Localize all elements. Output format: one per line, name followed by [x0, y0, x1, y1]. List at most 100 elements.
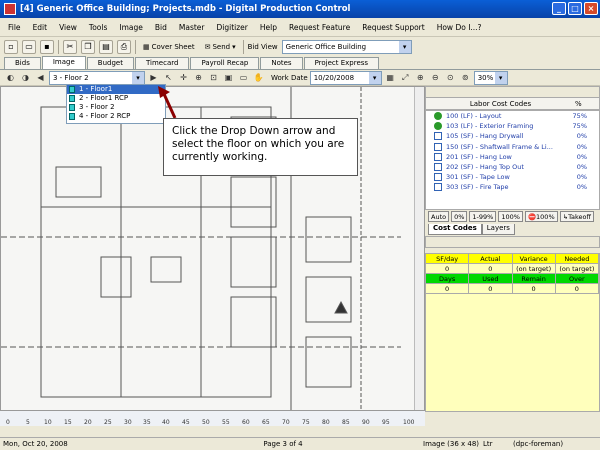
- forward-icon[interactable]: ◑: [19, 71, 32, 84]
- zoom-in-icon[interactable]: ⊕: [192, 71, 205, 84]
- menu-bid[interactable]: Bid: [155, 23, 167, 32]
- cover-sheet-label: Cover Sheet: [151, 43, 195, 51]
- pan-hand-icon[interactable]: ✋: [252, 71, 265, 84]
- cost-code-pct: 75%: [572, 122, 587, 131]
- list-item[interactable]: 301 (SF) - Tape Low 0%: [426, 172, 599, 182]
- cut-icon[interactable]: ✂: [63, 40, 77, 54]
- menu-tools[interactable]: Tools: [89, 23, 107, 32]
- zoom-value: 30%: [477, 73, 494, 82]
- save-icon[interactable]: ▪: [40, 40, 54, 54]
- work-date-select[interactable]: 10/20/2008 ▾: [309, 70, 382, 85]
- calendar-icon[interactable]: ▦: [384, 71, 397, 84]
- zoom-window-icon[interactable]: ⊡: [207, 71, 220, 84]
- send-button[interactable]: ✉ Send ▾: [202, 40, 239, 55]
- stats-value-row: 0 0 0 0: [426, 284, 599, 294]
- takeoff-button[interactable]: ↳Takeoff: [559, 211, 594, 222]
- tab-timecard[interactable]: Timecard: [134, 57, 190, 69]
- menu-help[interactable]: Help: [260, 23, 277, 32]
- zero-pct-button[interactable]: 0%: [451, 211, 468, 222]
- zoom-page-icon[interactable]: ⊚: [459, 71, 472, 84]
- partial-pct-button[interactable]: 1-99%: [469, 211, 497, 222]
- menu-request-feature[interactable]: Request Feature: [289, 23, 350, 32]
- bid-view-select[interactable]: Generic Office Building ▾: [281, 40, 412, 54]
- status-bar: Mon, Oct 20, 2008 Page 3 of 4 Image (36 …: [0, 437, 600, 450]
- zoom-extents-icon[interactable]: ⤢: [399, 71, 412, 84]
- zoom-out-icon[interactable]: ⊖: [429, 71, 442, 84]
- zoom-in-icon[interactable]: ⊕: [414, 71, 427, 84]
- minimize-button[interactable]: _: [552, 2, 566, 15]
- tab-cost-codes[interactable]: Cost Codes: [428, 224, 482, 235]
- stat-header: Over: [555, 274, 599, 284]
- stat-value: 0: [469, 284, 513, 294]
- list-item[interactable]: 303 (SF) - Fire Tape 0%: [426, 182, 599, 192]
- labor-tabs: Cost Codes Layers: [428, 224, 515, 235]
- list-item[interactable]: 201 (SF) - Hang Low 0%: [426, 152, 599, 162]
- next-floor-icon[interactable]: ▶: [147, 71, 160, 84]
- menu-view[interactable]: View: [59, 23, 77, 32]
- main-toolbar: ▫ ▭ ▪ ✂ ❐ ▤ ⎙ ▦ Cover Sheet ✉ Send ▾ Bid Vi…: [0, 37, 600, 57]
- ruler-tick: 30: [124, 419, 132, 426]
- paste-icon[interactable]: ▤: [99, 40, 113, 54]
- chevron-down-icon[interactable]: ▾: [494, 71, 507, 84]
- open-folder-icon[interactable]: ▭: [22, 40, 36, 54]
- tab-budget[interactable]: Budget: [86, 57, 134, 69]
- stop-full-pct-button[interactable]: ⛔100%: [524, 211, 558, 222]
- stat-value: 0: [426, 264, 470, 274]
- list-item[interactable]: 150 (SF) - Shaftwall Frame & Li... 0%: [426, 142, 599, 152]
- menu-request-support[interactable]: Request Support: [362, 23, 425, 32]
- tab-notes[interactable]: Notes: [260, 57, 303, 69]
- prev-floor-icon[interactable]: ◀: [34, 71, 47, 84]
- empty-box-icon: [434, 132, 442, 141]
- tab-image[interactable]: Image: [41, 56, 86, 69]
- floor-select[interactable]: 3 - Floor 2 ▾: [49, 70, 145, 85]
- stats-header-row: SF/day Actual Variance Needed: [426, 254, 599, 264]
- ruler-tick: 20: [84, 419, 92, 426]
- ruler-tick: 60: [242, 419, 250, 426]
- work-date-label: Work Date: [271, 73, 308, 82]
- status-dot-icon: [434, 122, 442, 131]
- menu-digitizer[interactable]: Digitizer: [217, 23, 248, 32]
- stat-value: 0: [469, 264, 513, 274]
- cover-sheet-button[interactable]: ▦ Cover Sheet: [140, 40, 198, 55]
- tab-layers[interactable]: Layers: [481, 224, 515, 235]
- menu-master[interactable]: Master: [179, 23, 205, 32]
- ruler-tick: 25: [104, 419, 112, 426]
- maximize-button[interactable]: □: [568, 2, 582, 15]
- status-dot-icon: [434, 112, 442, 121]
- zoom-select[interactable]: 30% ▾: [473, 70, 508, 85]
- new-icon[interactable]: ▫: [4, 40, 18, 54]
- list-item[interactable]: 103 (LF) - Exterior Framing 75%: [426, 121, 599, 131]
- list-item[interactable]: 202 (SF) - Hang Top Out 0%: [426, 162, 599, 172]
- chevron-down-icon[interactable]: ▾: [398, 41, 411, 53]
- select-box-icon[interactable]: ▣: [222, 71, 235, 84]
- tab-bids[interactable]: Bids: [4, 57, 41, 69]
- chevron-down-icon[interactable]: ▾: [132, 71, 144, 84]
- crosshair-icon[interactable]: ✛: [177, 71, 190, 84]
- menu-image[interactable]: Image: [119, 23, 143, 32]
- list-item[interactable]: 105 (SF) - Hang Drywall 0%: [426, 131, 599, 141]
- page-icon: [69, 104, 75, 111]
- back-icon[interactable]: ◐: [4, 71, 17, 84]
- bid-view-label: Bid View: [247, 43, 278, 51]
- full-pct-button[interactable]: 100%: [498, 211, 523, 222]
- stop-icon: ⛔: [527, 213, 537, 221]
- tab-payroll-recap[interactable]: Payroll Recap: [190, 57, 260, 69]
- pointer-icon[interactable]: ↖: [162, 71, 175, 84]
- rectangle-icon[interactable]: ▭: [237, 71, 250, 84]
- close-button[interactable]: ×: [584, 2, 598, 15]
- stat-value: 0: [512, 284, 556, 294]
- menu-how-do-i[interactable]: How Do I...?: [437, 23, 482, 32]
- chevron-down-icon[interactable]: ▾: [368, 71, 381, 84]
- print-icon[interactable]: ⎙: [117, 40, 131, 54]
- auto-button[interactable]: Auto: [428, 211, 450, 222]
- ruler-tick: 90: [362, 419, 370, 426]
- menu-edit[interactable]: Edit: [33, 23, 48, 32]
- list-item[interactable]: 100 (LF) - Layout 75%: [426, 111, 599, 121]
- vertical-scrollbar[interactable]: [414, 87, 424, 411]
- copy-icon[interactable]: ❐: [81, 40, 95, 54]
- status-image-size: Image (36 x 48): [423, 440, 480, 448]
- zoom-width-icon[interactable]: ⊙: [444, 71, 457, 84]
- tab-project-express[interactable]: Project Express: [303, 57, 380, 69]
- menu-file[interactable]: File: [8, 23, 21, 32]
- window-titlebar: [4] Generic Office Building; Projects.md…: [0, 0, 600, 18]
